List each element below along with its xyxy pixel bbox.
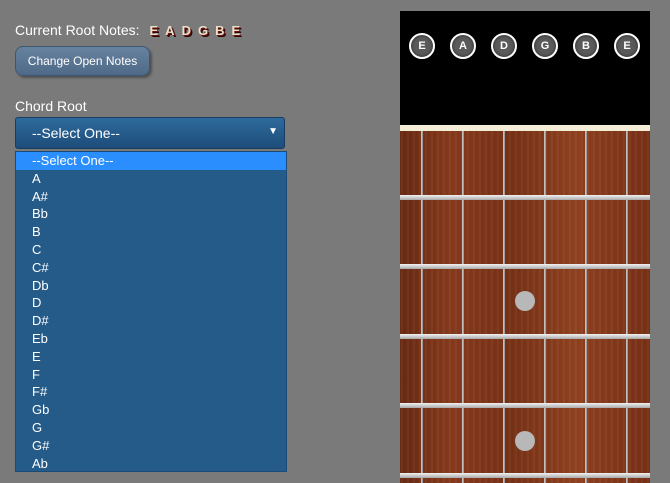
option-e-flat[interactable]: Eb xyxy=(16,330,286,348)
fret-inlay-marker xyxy=(515,291,535,311)
chord-root-selected-value: --Select One-- xyxy=(32,125,120,141)
string-line xyxy=(503,131,505,483)
root-note: D xyxy=(181,22,191,38)
chord-root-label: Chord Root xyxy=(15,98,87,114)
option-g[interactable]: G xyxy=(16,419,286,437)
string-button-d[interactable]: D xyxy=(491,33,517,59)
string-button-a[interactable]: A xyxy=(450,33,476,59)
option-d-sharp[interactable]: D# xyxy=(16,312,286,330)
option-e[interactable]: E xyxy=(16,348,286,366)
option-b-flat[interactable]: Bb xyxy=(16,205,286,223)
current-root-label: Current Root Notes: xyxy=(15,22,140,38)
option-f[interactable]: F xyxy=(16,366,286,384)
root-note: E xyxy=(149,22,159,38)
string-button-b[interactable]: B xyxy=(573,33,599,59)
option-d-flat[interactable]: Db xyxy=(16,277,286,295)
option-g-flat[interactable]: Gb xyxy=(16,401,286,419)
option-b[interactable]: B xyxy=(16,223,286,241)
string-line xyxy=(544,131,546,483)
fret-wire xyxy=(400,473,650,478)
string-button-low-e[interactable]: E xyxy=(409,33,435,59)
string-line xyxy=(585,131,587,483)
option-a-flat[interactable]: Ab xyxy=(16,455,286,473)
fretboard-wood xyxy=(400,131,650,483)
string-button-g[interactable]: G xyxy=(532,33,558,59)
fret-wire xyxy=(400,195,650,200)
change-open-notes-button[interactable]: Change Open Notes xyxy=(15,46,150,76)
option-a[interactable]: A xyxy=(16,170,286,188)
chevron-down-icon: ▼ xyxy=(268,126,278,137)
fret-wire xyxy=(400,334,650,339)
option-select-one[interactable]: --Select One-- xyxy=(16,152,286,170)
option-d[interactable]: D xyxy=(16,294,286,312)
chord-root-select[interactable]: --Select One-- ▼ xyxy=(15,117,285,149)
fret-wire xyxy=(400,264,650,269)
string-line xyxy=(421,131,423,483)
root-note: E xyxy=(231,22,241,38)
string-header: E A D G B E xyxy=(400,11,650,125)
option-c-sharp[interactable]: C# xyxy=(16,259,286,277)
string-button-high-e[interactable]: E xyxy=(614,33,640,59)
option-a-sharp[interactable]: A# xyxy=(16,188,286,206)
root-notes-list: E A D G B E xyxy=(150,23,241,38)
root-note: A xyxy=(165,22,175,38)
fretboard: E A D G B E xyxy=(400,11,650,483)
root-note: G xyxy=(197,22,209,38)
string-line xyxy=(462,131,464,483)
option-g-sharp[interactable]: G# xyxy=(16,437,286,455)
fret-wire xyxy=(400,403,650,408)
string-line xyxy=(626,131,628,483)
fret-inlay-marker xyxy=(515,431,535,451)
chord-root-options: --Select One-- A A# Bb B C C# Db D D# Eb… xyxy=(15,151,287,472)
current-root-notes: Current Root Notes: E A D G B E xyxy=(15,22,240,38)
option-c[interactable]: C xyxy=(16,241,286,259)
option-f-sharp[interactable]: F# xyxy=(16,383,286,401)
root-note: B xyxy=(215,22,225,38)
